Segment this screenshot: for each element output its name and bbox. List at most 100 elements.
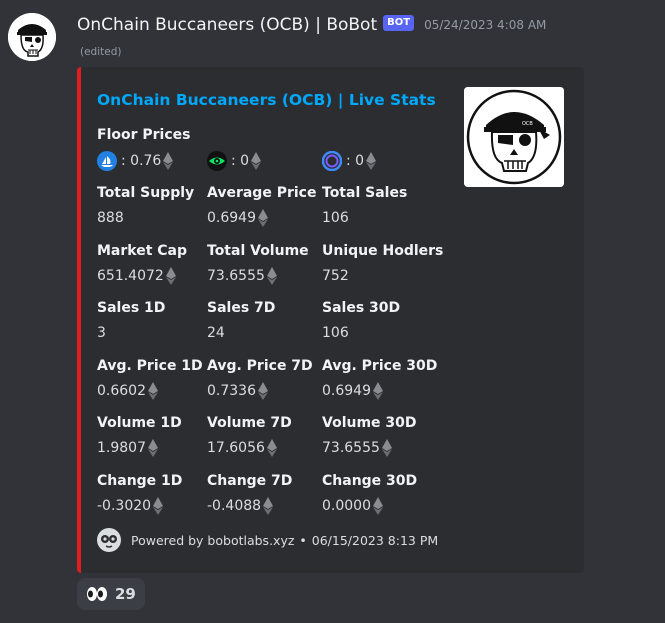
stat-field-name: Change 1D — [97, 473, 183, 489]
message-timestamp[interactable]: 05/24/2023 4:08 AM — [424, 18, 546, 32]
stat-field-name: Change 30D — [322, 473, 418, 489]
stat-field-value-row: 106 — [322, 322, 400, 344]
floor-price-value: : 0 — [231, 153, 250, 169]
stat-field-value: 752 — [322, 268, 349, 284]
floor-prices-label: Floor Prices — [97, 127, 191, 143]
stat-field: Change 30D 0.0000 — [322, 471, 417, 517]
stat-field-value-row: 106 — [322, 207, 407, 229]
eyes-icon — [87, 587, 107, 601]
stat-field: Volume 7D 17.6056 — [207, 413, 292, 459]
stat-field: Total Supply 888 — [97, 183, 194, 229]
svg-text:OCB: OCB — [522, 121, 533, 127]
floor-price-looksrare: : 0 — [207, 150, 262, 172]
stat-field-name: Sales 30D — [322, 300, 401, 316]
stat-field: Average Price 0.6949 — [207, 183, 316, 229]
stat-field-value-row: 752 — [322, 265, 443, 287]
stat-field-value: 106 — [322, 210, 349, 226]
stat-field-value-row: 0.6949 — [322, 380, 437, 402]
author-name[interactable]: OnChain Buccaneers (OCB) | BoBot — [77, 15, 377, 35]
stat-field-value-row: 0.6949 — [207, 207, 316, 229]
stat-field-name: Avg. Price 30D — [322, 358, 438, 374]
stat-field-value-row: 17.6056 — [207, 437, 292, 459]
eth-icon — [163, 152, 174, 170]
stat-field-value-row: -0.3020 — [97, 495, 182, 517]
stat-field-value: 106 — [322, 325, 349, 341]
stat-field-name: Total Sales — [322, 185, 408, 201]
stat-field: Change 7D -0.4088 — [207, 471, 292, 517]
stat-field-value-row: -0.4088 — [207, 495, 292, 517]
stat-field-value: 24 — [207, 325, 225, 341]
embed-thumbnail[interactable]: OCB — [464, 87, 564, 187]
stat-field: Total Volume 73.6555 — [207, 241, 309, 287]
eth-icon — [266, 267, 277, 285]
stat-field: Avg. Price 30D 0.6949 — [322, 356, 437, 402]
reaction-count: 29 — [115, 585, 136, 603]
eth-icon — [381, 439, 392, 457]
chat-message: OnChain Buccaneers (OCB) | BoBot BOT 05/… — [0, 0, 665, 623]
stat-field: Change 1D -0.3020 — [97, 471, 182, 517]
embed-footer: Powered by bobotlabs.xyz • 06/15/2023 8:… — [97, 528, 438, 552]
eth-icon — [258, 382, 268, 400]
stat-field: Total Sales 106 — [322, 183, 407, 229]
stat-field: Avg. Price 1D 0.6602 — [97, 356, 203, 402]
stat-field-value-row: 0.7336 — [207, 380, 313, 402]
edited-label: (edited) — [80, 46, 122, 58]
eth-icon — [373, 497, 383, 515]
stat-field-name: Unique Hodlers — [322, 243, 444, 259]
opensea-icon — [97, 151, 117, 171]
skull-logo-icon: OCB — [464, 87, 564, 187]
message-header: OnChain Buccaneers (OCB) | BoBot BOT 05/… — [77, 13, 546, 37]
eth-icon — [258, 209, 268, 227]
stat-field-value: 73.6555 — [207, 268, 265, 284]
embed-title[interactable]: OnChain Buccaneers (OCB) | Live Stats — [97, 91, 436, 109]
footer-text: Powered by bobotlabs.xyz — [131, 532, 295, 548]
stat-field-value: 0.6949 — [207, 210, 256, 226]
stat-field: Sales 30D 106 — [322, 298, 400, 344]
stat-field-value: 3 — [97, 325, 106, 341]
stat-field-name: Avg. Price 1D — [97, 358, 203, 374]
stat-field-value-row: 1.9807 — [97, 437, 182, 459]
eth-icon — [373, 382, 383, 400]
stat-field-name: Volume 7D — [207, 415, 292, 431]
floor-price-opensea: : 0.76 — [97, 150, 174, 172]
skull-pirate-icon — [8, 13, 56, 61]
stat-field: Sales 7D 24 — [207, 298, 275, 344]
eth-icon — [266, 439, 277, 457]
stat-field-value: 651.4072 — [97, 268, 164, 284]
stat-field-value: 0.7336 — [207, 383, 256, 399]
stat-field-value: 0.6949 — [322, 383, 371, 399]
stat-field-value: 1.9807 — [97, 440, 146, 456]
stat-field: Volume 1D 1.9807 — [97, 413, 182, 459]
eth-icon — [251, 152, 262, 170]
stat-field-name: Change 7D — [207, 473, 293, 489]
stat-field-value: 0.6602 — [97, 383, 146, 399]
stat-field: Avg. Price 7D 0.7336 — [207, 356, 313, 402]
stat-field: Market Cap 651.4072 — [97, 241, 187, 287]
stat-field-value-row: 888 — [97, 207, 194, 229]
bot-avatar[interactable] — [8, 13, 56, 61]
stat-field-name: Avg. Price 7D — [207, 358, 313, 374]
stat-field-name: Total Supply — [97, 185, 195, 201]
stat-field-value-row: 24 — [207, 322, 275, 344]
stat-field-value-row: 0.0000 — [322, 495, 417, 517]
stat-field-name: Sales 7D — [207, 300, 276, 316]
stat-field-name: Total Volume — [207, 243, 309, 259]
stat-field-value: -0.3020 — [97, 498, 152, 514]
stat-field-value: 17.6056 — [207, 440, 265, 456]
eth-icon — [148, 382, 158, 400]
reaction-eyes[interactable]: 29 — [77, 578, 145, 610]
looksrare-icon — [207, 151, 227, 171]
stat-field-value-row: 3 — [97, 322, 165, 344]
stat-field-value: 888 — [97, 210, 124, 226]
stat-field-name: Volume 30D — [322, 415, 417, 431]
stat-field-value-row: 73.6555 — [207, 265, 309, 287]
eth-icon — [153, 497, 164, 515]
stat-field-value: 0.0000 — [322, 498, 371, 514]
footer-timestamp: 06/15/2023 8:13 PM — [311, 532, 439, 548]
stats-embed: OnChain Buccaneers (OCB) | Live Stats OC… — [77, 67, 584, 573]
x2y2-icon — [321, 150, 343, 172]
stat-field: Unique Hodlers 752 — [322, 241, 443, 287]
stat-field: Volume 30D 73.6555 — [322, 413, 417, 459]
floor-price-value: : 0 — [346, 153, 365, 169]
floor-price-x2y2: : 0 — [321, 150, 377, 172]
